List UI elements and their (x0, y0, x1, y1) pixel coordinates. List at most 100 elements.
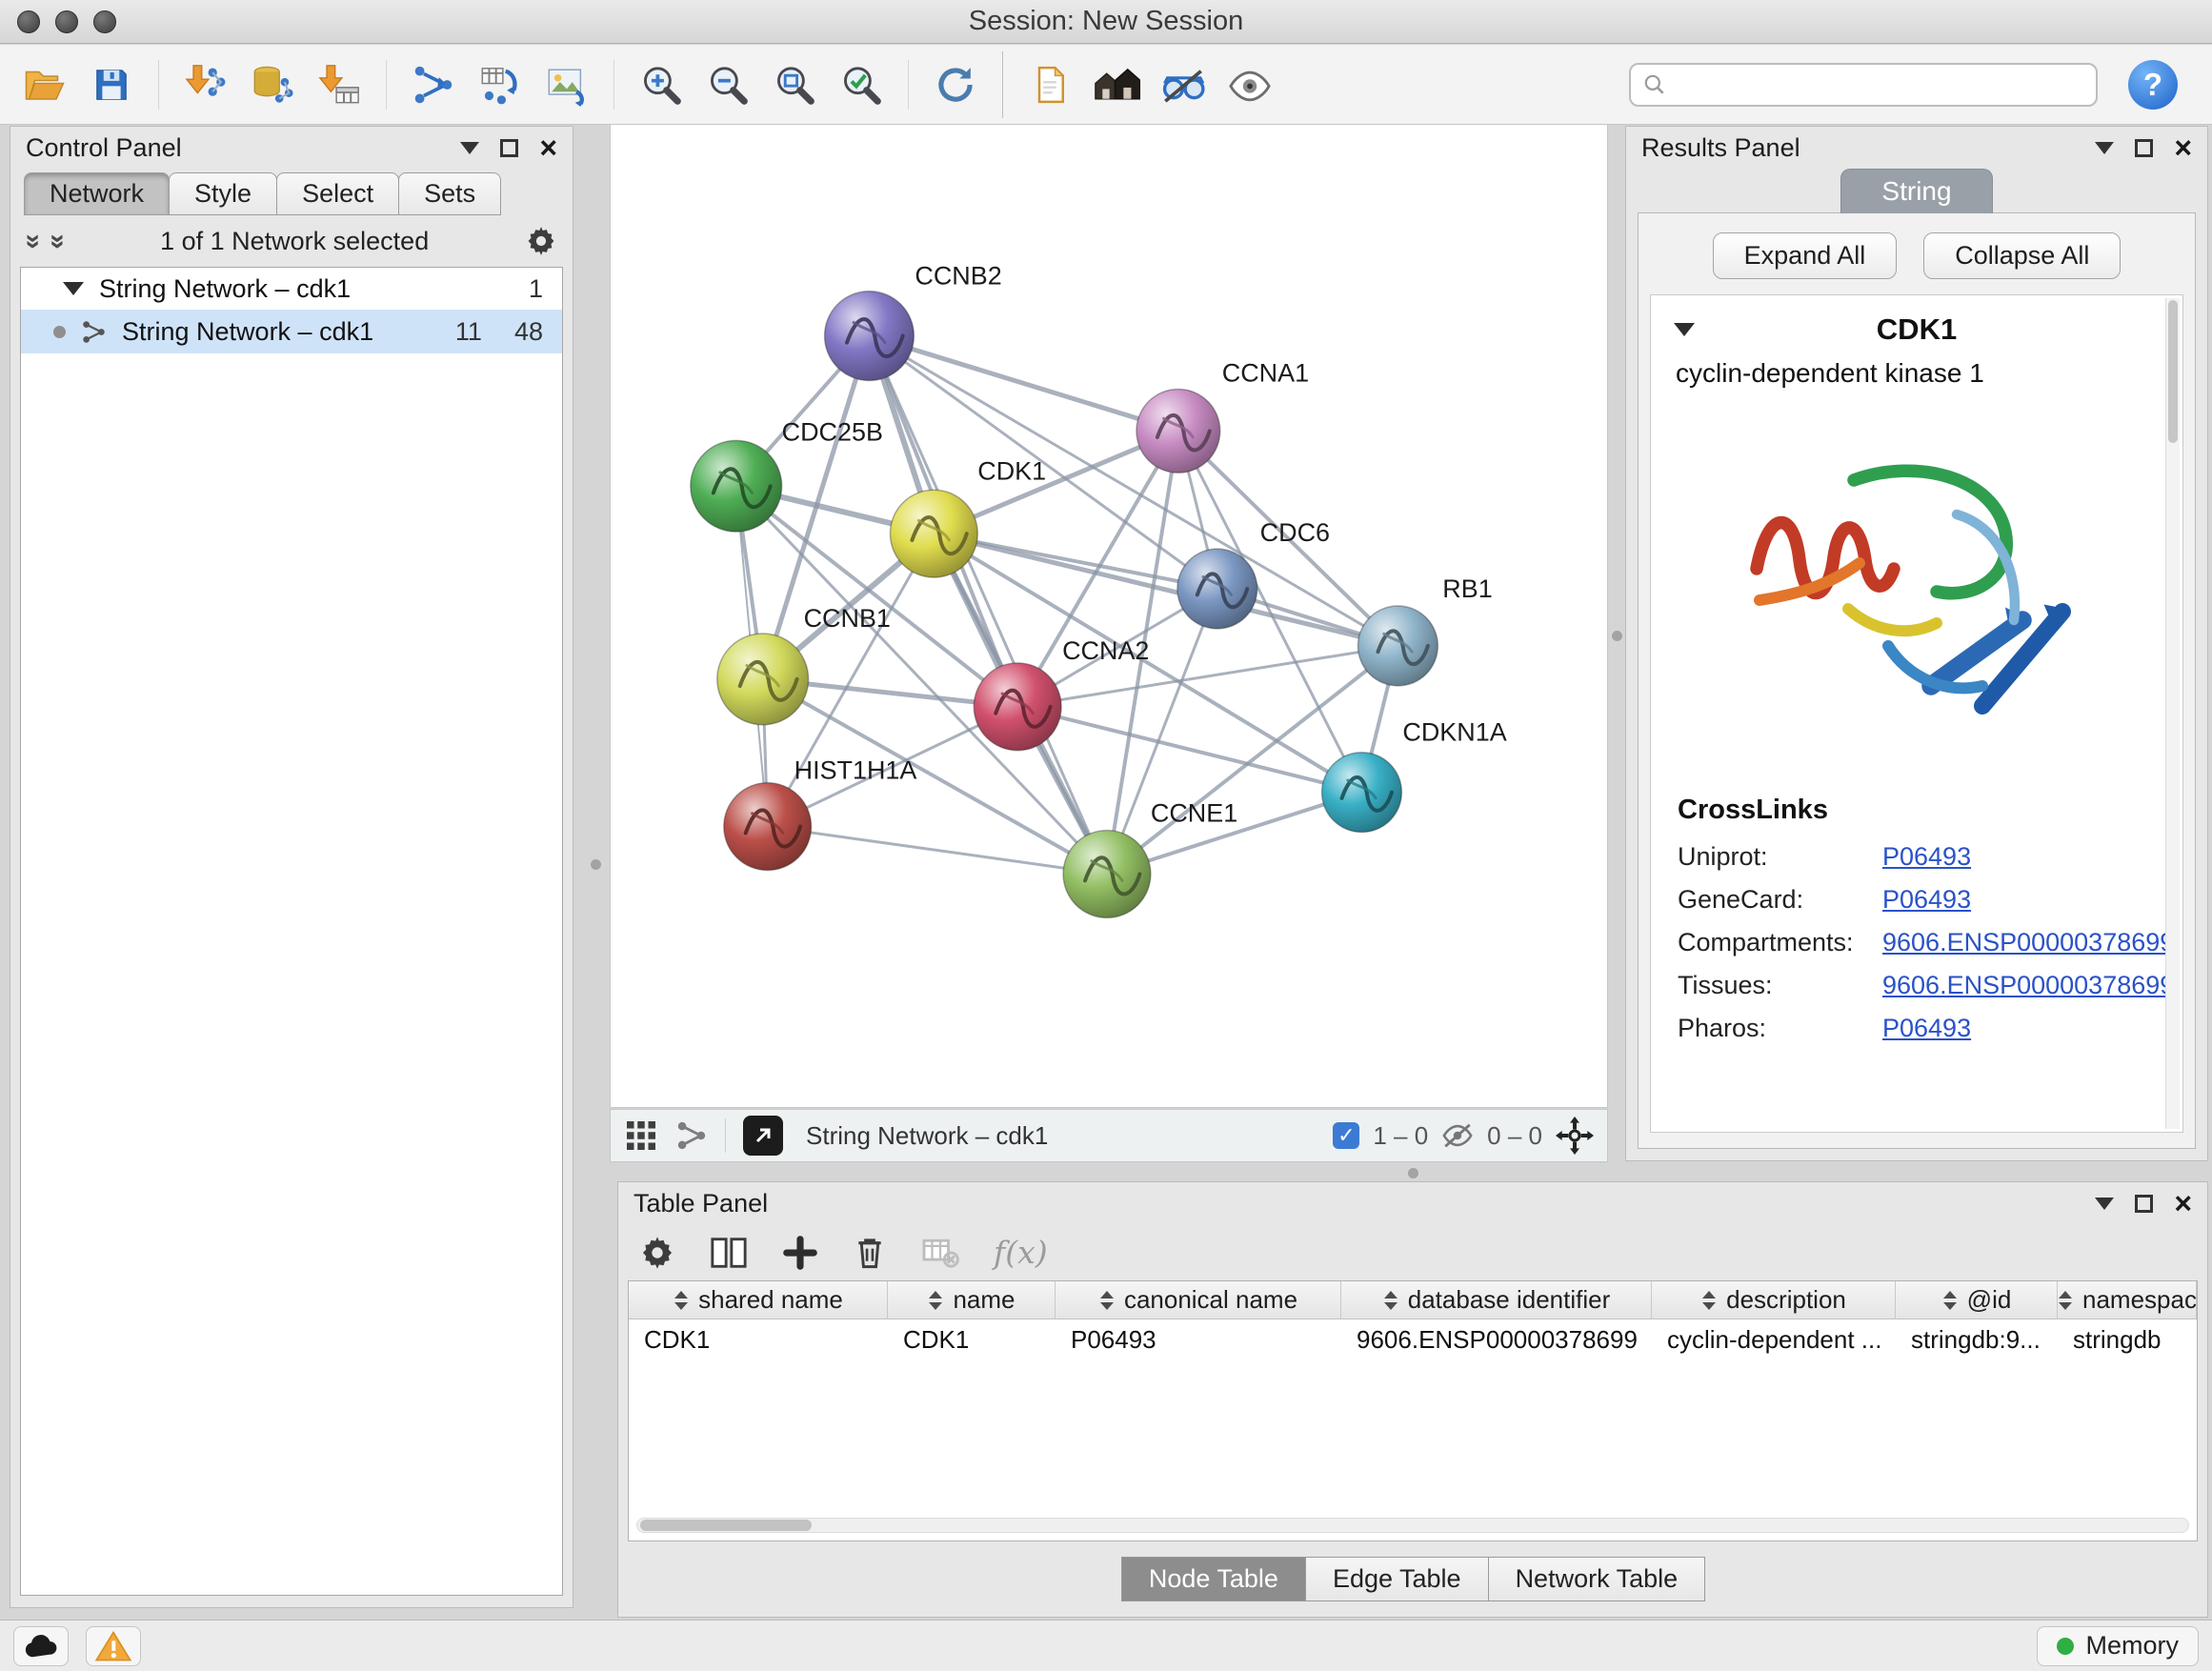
network-node-CDK1[interactable] (890, 490, 977, 577)
network-node-HIST1H1A[interactable] (724, 783, 812, 871)
network-canvas[interactable]: CCNB2CCNA1CDC25BCDK1CDC6RB1CCNB1CCNA2CDK… (610, 124, 1608, 1108)
refresh-button[interactable] (926, 54, 985, 115)
first-neighbors-button[interactable] (404, 54, 463, 115)
control-tab-sets[interactable]: Sets (398, 172, 501, 215)
hidden-eye-slash-icon[interactable] (1441, 1121, 1474, 1150)
vertical-splitter-handle[interactable] (1612, 631, 1622, 641)
panel-collapse-icon[interactable] (460, 142, 479, 154)
crosslink-value-link[interactable]: P06493 (1882, 1014, 1971, 1043)
zoom-selected-button[interactable] (832, 54, 891, 115)
column-header-canonical-name[interactable]: canonical name (1056, 1281, 1341, 1319)
expand-all-button[interactable]: Expand All (1713, 232, 1898, 279)
network-node-CCNA1[interactable] (1136, 389, 1220, 473)
add-column-icon[interactable] (782, 1235, 818, 1271)
import-network-file-button[interactable] (176, 54, 235, 115)
crosslink-row: Uniprot:P06493 (1651, 836, 2182, 878)
crosslink-value-link[interactable]: 9606.ENSP00000378699 (1882, 928, 2174, 957)
tab-string[interactable]: String (1840, 169, 1992, 213)
show-columns-icon[interactable] (710, 1236, 748, 1270)
control-tab-style[interactable]: Style (169, 172, 277, 215)
string-results-card: Expand All Collapse All CDK1 cyclin-depe… (1638, 212, 2196, 1149)
close-window-button[interactable] (17, 10, 40, 33)
gene-collapse-icon[interactable] (1674, 323, 1695, 336)
network-node-CCNB2[interactable] (825, 292, 915, 381)
import-table-file-button[interactable] (310, 54, 369, 115)
results-scrollbar[interactable] (2165, 298, 2180, 1129)
network-share-icon[interactable] (675, 1119, 708, 1152)
search-box (1629, 63, 2098, 107)
crosslink-value-link[interactable]: 9606.ENSP00000378699 (1882, 971, 2174, 1000)
home-button[interactable] (1087, 54, 1146, 115)
control-tab-network[interactable]: Network (24, 172, 170, 215)
help-button[interactable]: ? (2128, 60, 2178, 110)
network-row-selected[interactable]: String Network – cdk1 11 48 (21, 310, 562, 353)
tree-expand-icon[interactable] (63, 282, 84, 295)
crosslink-value-link[interactable]: P06493 (1882, 885, 1971, 915)
column-header-shared-name[interactable]: shared name (629, 1281, 888, 1319)
panel-close-icon[interactable]: × (2174, 1188, 2192, 1218)
network-table-button[interactable] (471, 54, 530, 115)
open-in-new-window-button[interactable] (743, 1116, 783, 1156)
column-header--id[interactable]: @id (1896, 1281, 2058, 1319)
export-image-button[interactable] (537, 54, 596, 115)
column-header-name[interactable]: name (888, 1281, 1056, 1319)
table-horizontal-scrollbar[interactable] (636, 1518, 2189, 1533)
network-node-CDC25B[interactable] (691, 440, 782, 532)
panel-float-icon[interactable] (2135, 1195, 2153, 1213)
zoom-in-button[interactable] (632, 54, 691, 115)
crosshair-icon[interactable] (1556, 1117, 1594, 1155)
table-scrollbar-thumb[interactable] (640, 1520, 812, 1531)
network-options-gear-icon[interactable] (525, 225, 557, 257)
results-scrollbar-thumb[interactable] (2168, 300, 2178, 443)
network-node-label: CCNB1 (804, 604, 891, 633)
grid-view-icon[interactable] (624, 1118, 658, 1153)
table-row[interactable]: CDK1CDK1P064939606.ENSP00000378699cyclin… (629, 1319, 2197, 1359)
zoom-out-button[interactable] (698, 54, 757, 115)
minimize-window-button[interactable] (55, 10, 78, 33)
network-node-CCNA2[interactable] (974, 663, 1061, 751)
selected-checkbox-icon[interactable]: ✓ (1333, 1122, 1359, 1149)
network-node-CCNE1[interactable] (1063, 831, 1151, 918)
panel-collapse-icon[interactable] (2095, 1198, 2114, 1210)
open-session-icon (22, 62, 68, 108)
crosslink-value-link[interactable]: P06493 (1882, 842, 1971, 872)
function-builder-icon[interactable]: f(x) (994, 1234, 1048, 1271)
column-header-namespac[interactable]: namespac (2058, 1281, 2197, 1319)
panel-close-icon[interactable]: × (2174, 132, 2192, 163)
network-node-CCNB1[interactable] (717, 634, 809, 725)
document-button[interactable] (1020, 54, 1079, 115)
warnings-button[interactable] (86, 1626, 141, 1666)
panel-float-icon[interactable] (2135, 139, 2153, 157)
memory-button[interactable]: Memory (2037, 1626, 2199, 1666)
table-tab-node-table[interactable]: Node Table (1121, 1557, 1306, 1601)
table-tab-edge-table[interactable]: Edge Table (1305, 1557, 1489, 1601)
open-session-button[interactable] (15, 54, 74, 115)
network-node-RB1[interactable] (1357, 606, 1438, 686)
import-network-database-button[interactable] (243, 54, 302, 115)
network-graph[interactable]: CCNB2CCNA1CDC25BCDK1CDC6RB1CCNB1CCNA2CDK… (611, 125, 1607, 1107)
network-node-CDKN1A[interactable] (1322, 753, 1402, 833)
column-header-description[interactable]: description (1652, 1281, 1896, 1319)
network-collection-row[interactable]: String Network – cdk1 1 (21, 268, 562, 310)
panel-collapse-icon[interactable] (2095, 142, 2114, 154)
table-options-gear-icon[interactable] (639, 1235, 675, 1271)
collapse-all-networks-icon[interactable]: « (43, 233, 70, 249)
column-header-database-identifier[interactable]: database identifier (1341, 1281, 1652, 1319)
gene-header[interactable]: CDK1 (1651, 295, 2182, 351)
horizontal-splitter-handle[interactable] (1408, 1168, 1418, 1178)
show-graphics-details-button[interactable] (1154, 54, 1213, 115)
maximize-window-button[interactable] (93, 10, 116, 33)
eye-button[interactable] (1220, 54, 1279, 115)
search-input[interactable] (1677, 70, 2084, 99)
collapse-all-button[interactable]: Collapse All (1923, 232, 2121, 279)
save-session-button[interactable] (82, 54, 141, 115)
control-tab-select[interactable]: Select (276, 172, 399, 215)
panel-float-icon[interactable] (500, 139, 518, 157)
network-node-CDC6[interactable] (1177, 549, 1257, 629)
table-tab-network-table[interactable]: Network Table (1488, 1557, 1706, 1601)
zoom-fit-button[interactable] (765, 54, 824, 115)
cloud-button[interactable] (13, 1626, 69, 1666)
vertical-splitter-handle[interactable] (591, 859, 601, 870)
panel-close-icon[interactable]: × (539, 132, 557, 163)
delete-column-trash-icon[interactable] (853, 1235, 887, 1271)
